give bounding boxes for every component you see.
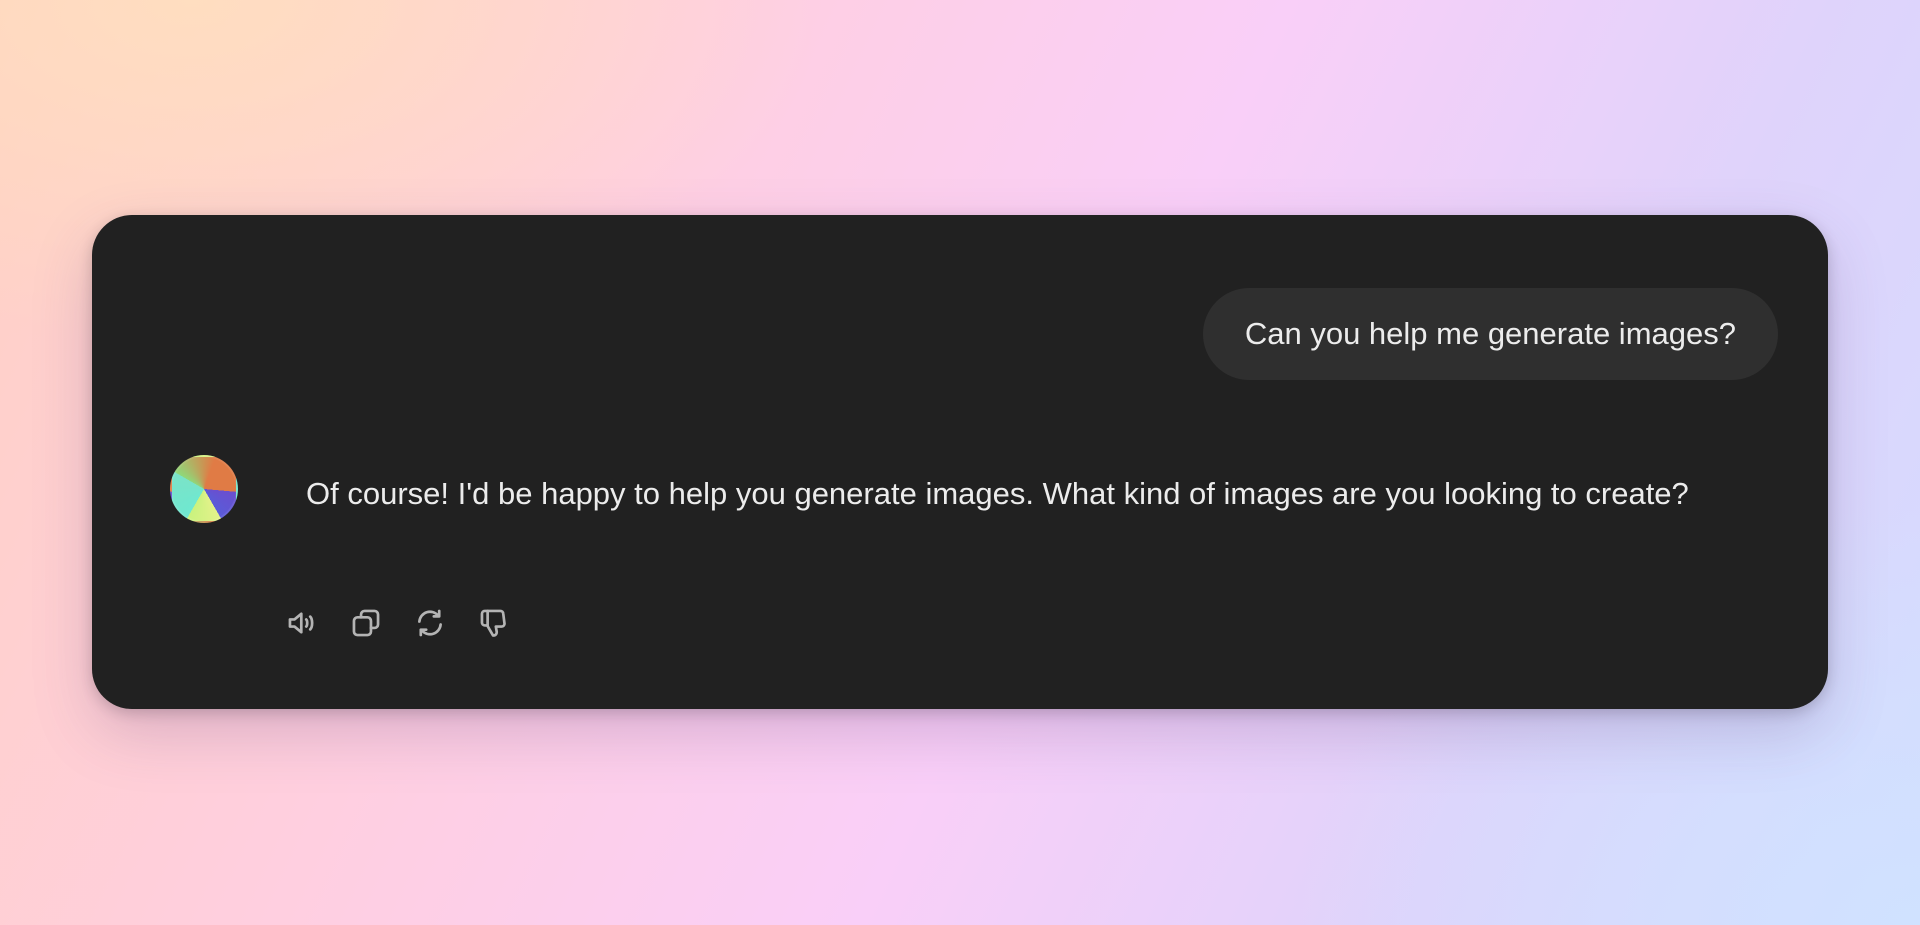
- thumbs-down-icon: [480, 609, 506, 637]
- bad-response-button[interactable]: [476, 605, 512, 641]
- speaker-icon: [288, 612, 314, 634]
- copy-icon: [352, 609, 380, 637]
- chat-panel: Can you help me generate images? Of cour…: [92, 215, 1828, 709]
- regenerate-button[interactable]: [412, 605, 448, 641]
- read-aloud-button[interactable]: [284, 605, 320, 641]
- user-message-text: Can you help me generate images?: [1244, 316, 1736, 351]
- assistant-avatar: [170, 455, 238, 523]
- user-message-bubble: Can you help me generate images?: [1202, 288, 1778, 380]
- assistant-message-text: Of course! I'd be happy to help you gene…: [306, 476, 1689, 511]
- message-actions: [284, 605, 512, 641]
- regenerate-icon: [418, 609, 442, 637]
- copy-button[interactable]: [348, 605, 384, 641]
